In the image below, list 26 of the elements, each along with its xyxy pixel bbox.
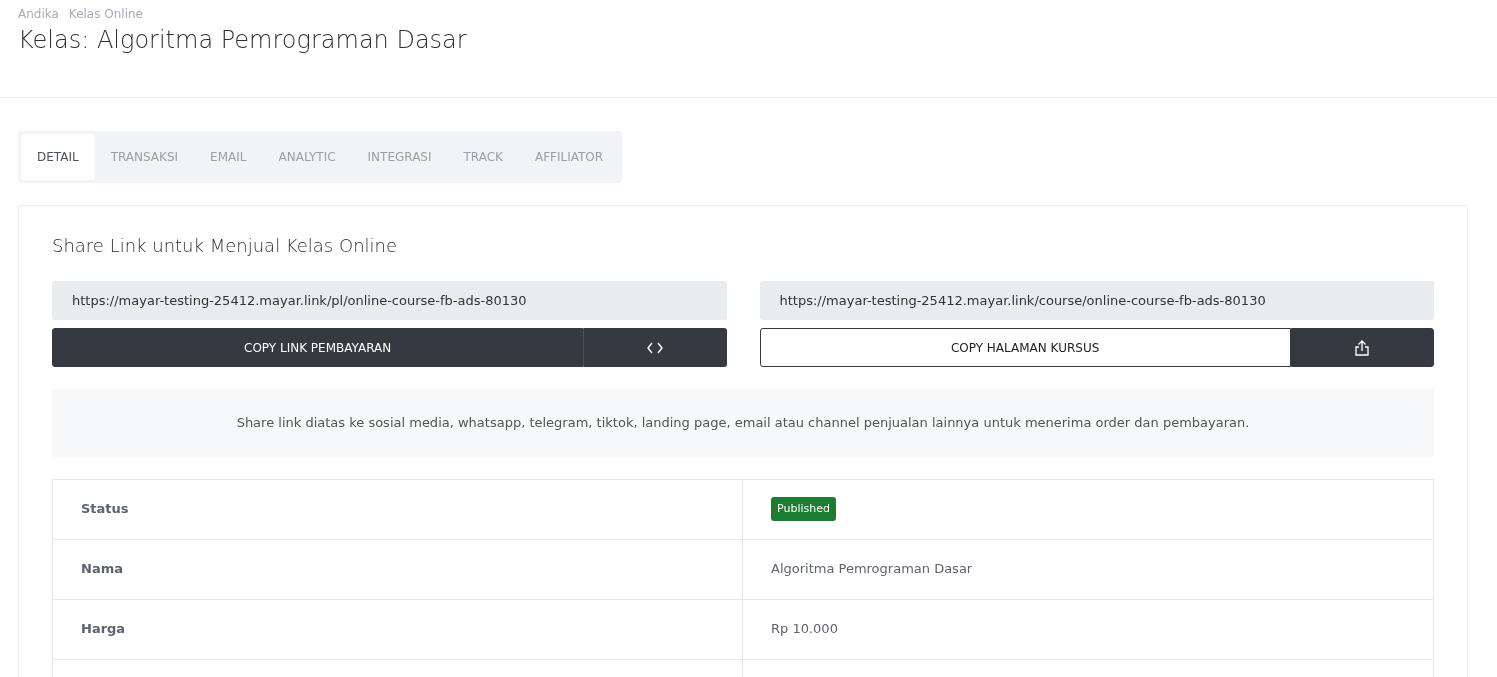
breadcrumb-link[interactable]: Andika <box>18 7 59 21</box>
code-icon <box>646 341 663 354</box>
tab[interactable]: EMAIL <box>194 134 263 180</box>
status-badge: Published <box>771 496 836 522</box>
share-button[interactable] <box>1290 328 1434 367</box>
section-heading: Share Link untuk Menjual Kelas Online <box>52 234 399 258</box>
tab[interactable]: DETAIL <box>21 134 95 180</box>
url-field[interactable]: https://mayar-testing-25412.mayar.link/course/online-course-fb-ads-80130 <box>759 281 1434 320</box>
field-label: Status <box>81 500 129 519</box>
url-field[interactable]: https://mayar-testing-25412.mayar.link/pl/online-course-fb-ads-80130 <box>52 281 727 320</box>
info-note: Share link diatas ke sosial media, whatsapp, telegram, tiktok, landing page, email atau channel penjualan lainnya untuk menerima order dan pembayaran. <box>52 389 1434 457</box>
tab[interactable]: ANALYTIC <box>262 134 352 180</box>
copy-button[interactable]: COPY LINK PEMBAYARAN <box>52 328 584 367</box>
field-value: Algoritma Pemrograman Dasar <box>771 560 973 579</box>
field-label: Nama <box>81 560 123 579</box>
field-value: Rp 10.000 <box>771 620 838 639</box>
field-label: Harga <box>81 620 126 639</box>
share-icon <box>1355 339 1370 356</box>
tab[interactable]: TRACK <box>447 134 519 180</box>
tab[interactable]: INTEGRASI <box>351 134 448 180</box>
embed-button[interactable] <box>583 328 727 367</box>
copy-button[interactable]: COPY HALAMAN KURSUS <box>759 328 1291 367</box>
page-title: Kelas: Algoritma Pemrograman Dasar <box>18 25 468 55</box>
tab[interactable]: AFFILIATOR <box>518 134 620 180</box>
breadcrumb-link[interactable]: Kelas Online <box>68 7 143 21</box>
tab[interactable]: TRANSAKSI <box>94 134 195 180</box>
